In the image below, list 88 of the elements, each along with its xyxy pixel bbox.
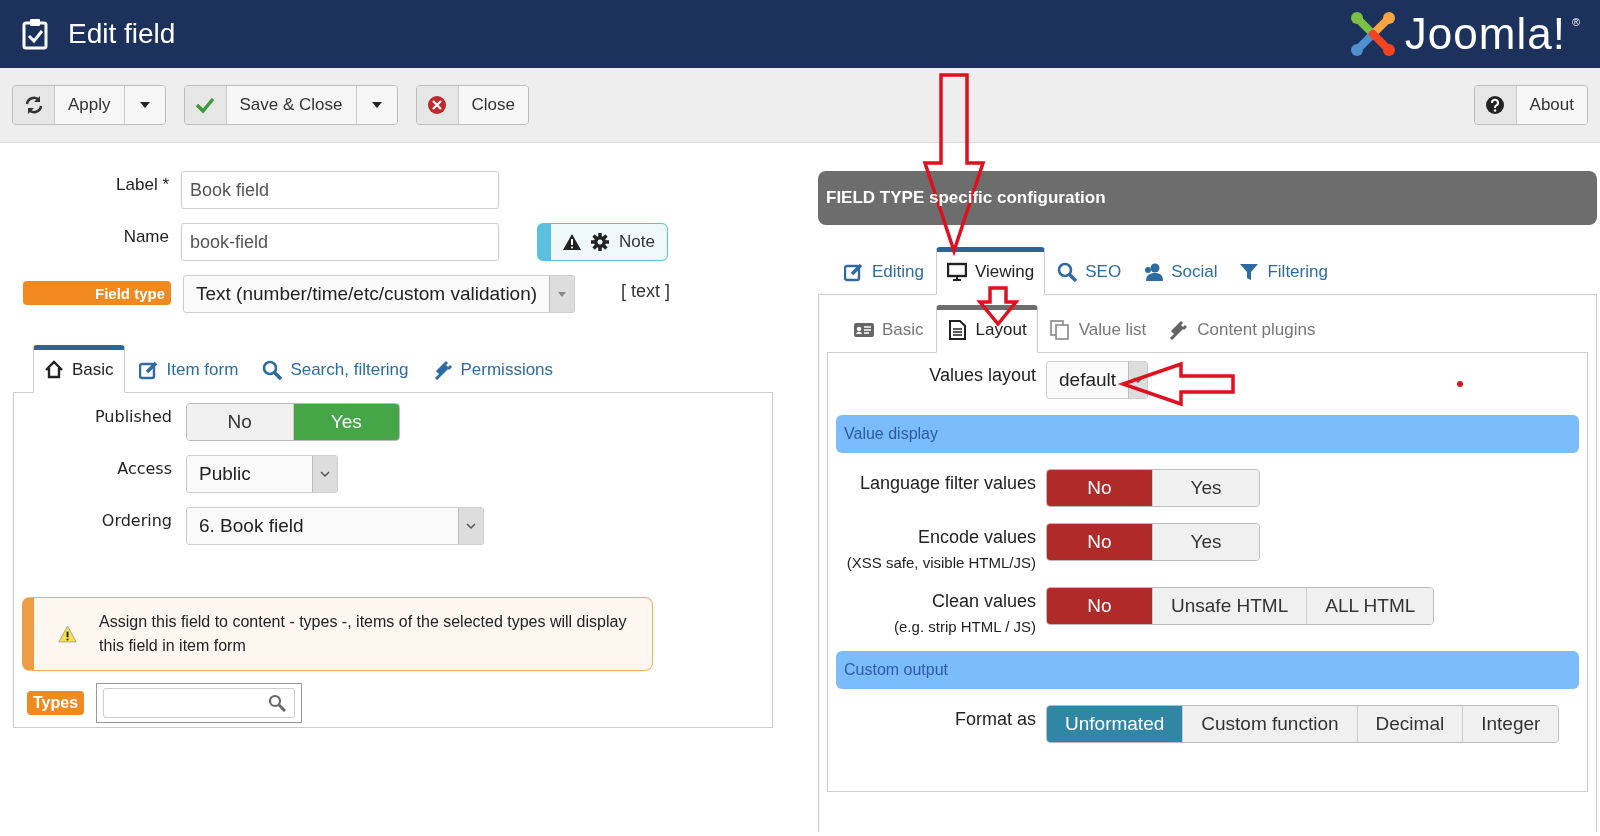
select-value: default <box>1058 368 1118 392</box>
id-card-icon <box>853 320 874 340</box>
copy-icon <box>1049 320 1071 340</box>
select-field[interactable]: default <box>1046 361 1148 399</box>
tab[interactable]: Item form <box>128 350 249 392</box>
tab[interactable]: Social <box>1133 252 1228 294</box>
registered-mark: ® <box>1571 16 1580 28</box>
toolbar-icon-button[interactable] <box>13 86 55 124</box>
toggle-option[interactable]: Yes <box>1153 524 1259 560</box>
field-label: Language filter values <box>859 472 1036 494</box>
document-icon <box>946 320 968 340</box>
toolbar-icon-button[interactable] <box>416 86 459 124</box>
field-label: Published <box>93 406 172 426</box>
chevron-down-icon <box>465 520 477 532</box>
toggle-option[interactable]: ALL HTML <box>1307 588 1434 624</box>
tab[interactable]: Content plugins <box>1158 310 1326 352</box>
select-field[interactable]: 6. Book field <box>186 507 484 545</box>
select-value: Public <box>198 462 252 486</box>
section-bar: Value display <box>836 415 1579 453</box>
select-field[interactable]: Public <box>186 455 338 493</box>
toggle-option[interactable]: No <box>1047 588 1153 624</box>
checkmark-icon <box>195 95 216 115</box>
search-icon <box>262 360 283 380</box>
logo-text: Joomla! <box>1404 9 1566 59</box>
tab[interactable]: Search, filtering <box>252 350 419 392</box>
toggle-option[interactable]: Yes <box>1153 470 1259 506</box>
monitor-icon <box>947 262 967 282</box>
select-value: Text (number/time/etc/custom validation) <box>195 282 539 306</box>
text-field[interactable]: Book field <box>181 171 499 209</box>
search-field[interactable] <box>103 688 296 718</box>
tab[interactable]: Viewing <box>936 247 1046 295</box>
chevron-down-icon <box>319 468 331 480</box>
filter-icon <box>1239 262 1260 282</box>
toggle-option[interactable]: No <box>187 404 294 440</box>
tab[interactable]: Permissions <box>422 350 564 392</box>
toggle-option[interactable]: Decimal <box>1357 706 1464 742</box>
field-type-code: [ text ] <box>621 280 671 302</box>
field-type-select[interactable]: Text (number/time/etc/custom validation) <box>183 275 576 313</box>
tab[interactable]: Basic <box>33 345 125 393</box>
chevron-down-icon <box>1132 374 1144 386</box>
tab[interactable]: Basic <box>843 310 934 352</box>
toggle-option[interactable]: No <box>1047 524 1153 560</box>
select-value: 6. Book field <box>198 514 305 538</box>
tab[interactable]: Layout <box>935 305 1038 353</box>
edit-icon <box>138 360 159 380</box>
alert-text: Assign this field to content - types -, items of the selected types will display this field in item form <box>99 612 628 656</box>
tab[interactable]: SEO <box>1047 252 1132 294</box>
clipboard-check-icon <box>22 18 48 50</box>
field-label: Encode values <box>917 526 1036 548</box>
search-icon <box>268 694 287 712</box>
page-title: Edit field <box>68 18 177 50</box>
tab[interactable]: Editing <box>834 252 934 294</box>
types-label: Types <box>27 691 85 715</box>
annotation-dot <box>1457 381 1463 387</box>
tab[interactable]: Filtering <box>1229 252 1338 294</box>
field-label: Values layout <box>929 364 1036 386</box>
gear-icon <box>591 233 609 251</box>
text-field[interactable]: book-field <box>181 223 499 261</box>
refresh-icon <box>23 95 44 115</box>
toggle-option[interactable]: No <box>1047 470 1153 506</box>
field-type-label: Field type <box>23 281 171 305</box>
edit-icon <box>844 262 864 282</box>
warning-icon <box>58 623 78 645</box>
field-label: Format as <box>954 708 1036 730</box>
help-icon <box>1485 95 1506 115</box>
field-label: Clean values <box>931 590 1036 612</box>
search-icon <box>1057 262 1078 282</box>
caret-icon <box>557 289 568 299</box>
field-label: Ordering <box>100 510 172 530</box>
note-text: Note <box>619 232 655 252</box>
toggle-option[interactable]: Integer <box>1463 706 1559 742</box>
users-icon <box>1143 262 1164 282</box>
close-icon <box>427 95 448 115</box>
warning-icon <box>563 234 581 250</box>
home-icon <box>44 360 64 380</box>
tab[interactable]: Value list <box>1039 310 1157 352</box>
plug-icon <box>1168 320 1190 340</box>
toggle-option[interactable]: Unsafe HTML <box>1153 588 1308 624</box>
field-hint: (XSS safe, visible HTML/JS) <box>846 554 1036 571</box>
field-label: Access <box>116 458 172 478</box>
section-bar: Custom output <box>836 651 1579 689</box>
toggle-option[interactable]: Unformated <box>1047 706 1184 742</box>
field-hint: (e.g. strip HTML / JS) <box>894 618 1036 635</box>
help-icon-button[interactable] <box>1474 86 1517 124</box>
plug-icon <box>432 360 453 380</box>
field-label: Name <box>122 226 169 247</box>
toggle-option[interactable]: Custom function <box>1183 706 1358 742</box>
field-label: Label * <box>115 174 169 195</box>
